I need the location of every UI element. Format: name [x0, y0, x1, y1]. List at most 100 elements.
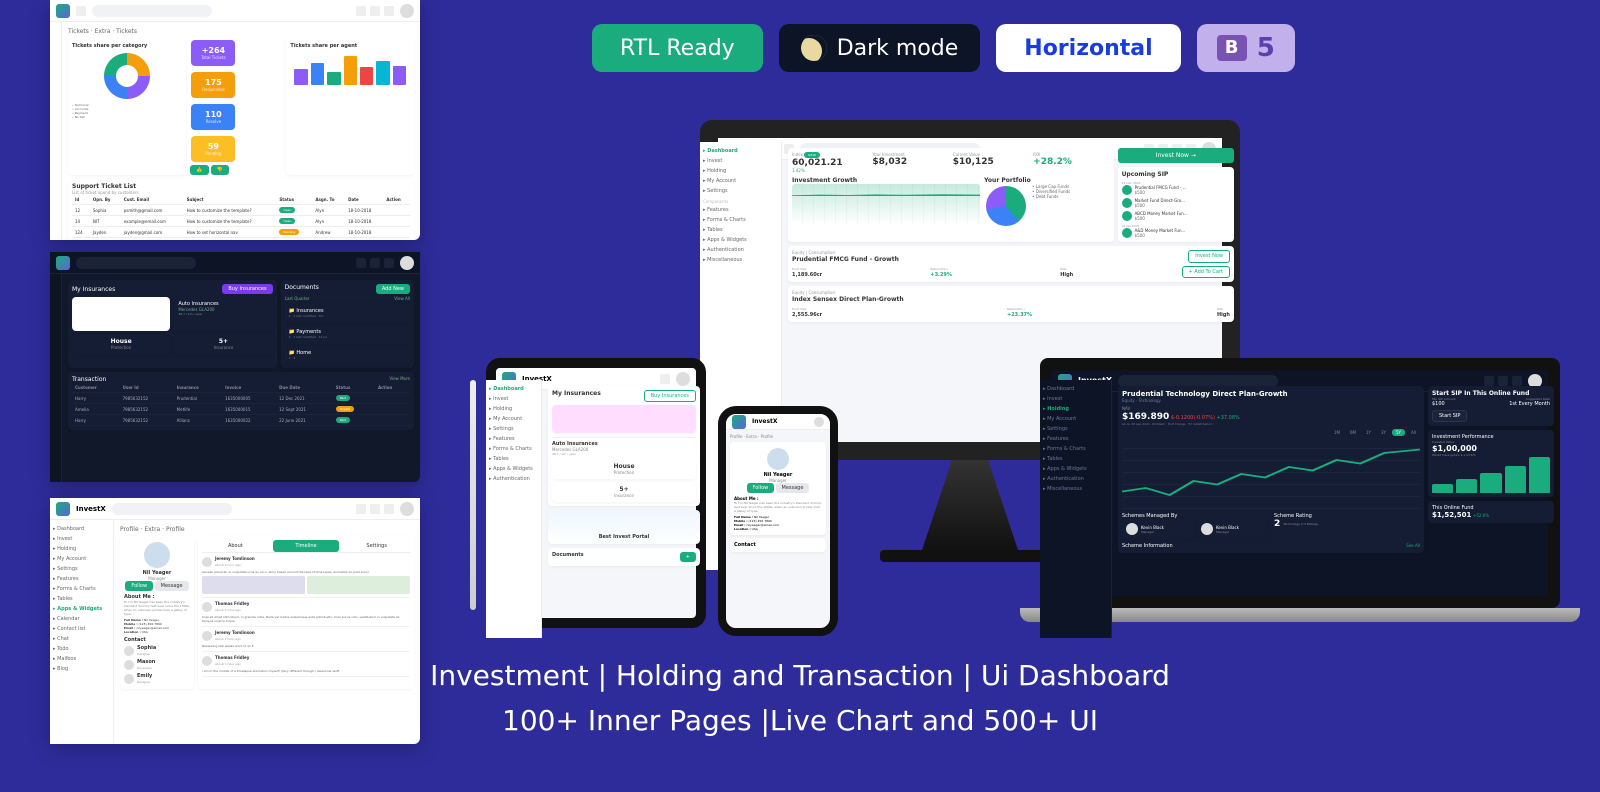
sip-item[interactable]: Market Fund Direct-Gro...$500 — [1122, 198, 1230, 208]
sidebar-item[interactable]: ▸ My Account — [703, 176, 778, 186]
buy-button[interactable]: Buy Insurances — [222, 284, 272, 294]
insurance-tile[interactable]: HouseProtection — [72, 334, 170, 354]
document-item[interactable]: 📁 Insurances4 · 2 last modified · 7hr — [285, 304, 410, 322]
sidebar-item[interactable]: ▸ Contact list — [53, 624, 110, 634]
sidebar-item[interactable]: ▸ Apps & Widgets — [1043, 464, 1108, 474]
sidebar-item[interactable]: ▸ Features — [489, 434, 538, 444]
table-row[interactable]: Harry7985632152Allianz163500002222 June … — [72, 415, 410, 426]
sidebar-item[interactable]: ▸ Holding — [489, 404, 538, 414]
contact-item[interactable]: EmilyDesigner — [124, 673, 190, 685]
sidebar-item[interactable]: ▸ Authentication — [703, 245, 778, 255]
sidebar-item[interactable]: ▸ Settings — [489, 424, 538, 434]
insurance-tile[interactable]: HouseProtection — [552, 459, 696, 479]
range-tab[interactable]: 1M — [1330, 429, 1344, 436]
flag-icon[interactable] — [356, 258, 366, 268]
fullscreen-icon[interactable] — [370, 504, 380, 514]
sidebar-item[interactable]: ▸ Dashboard — [53, 524, 110, 534]
fullscreen-icon[interactable] — [370, 258, 380, 268]
flag-icon[interactable] — [356, 6, 366, 16]
sidebar-item[interactable]: ▸ Features — [53, 574, 110, 584]
sidebar-item[interactable]: ▸ Tables — [53, 594, 110, 604]
buy-button[interactable]: Buy Insurances — [644, 390, 696, 402]
range-tab[interactable]: All — [1407, 429, 1420, 436]
search-input[interactable] — [112, 503, 232, 515]
sidebar-item[interactable]: ▸ Authentication — [1043, 474, 1108, 484]
sidebar-item[interactable]: ▸ Dashboard — [703, 146, 778, 156]
sidebar-item[interactable]: ▸ Invest — [1043, 394, 1108, 404]
sip-item[interactable]: ABCD Money Market Fun...$500 — [1122, 211, 1230, 221]
view-all-link[interactable]: View All — [394, 296, 410, 301]
sidebar-item[interactable]: ▸ My Account — [1043, 414, 1108, 424]
bell-icon[interactable] — [384, 504, 394, 514]
sidebar-item[interactable]: ▸ Tables — [703, 225, 778, 235]
message-button[interactable]: Message — [776, 483, 810, 493]
sidebar-item[interactable]: ▸ Dashboard — [489, 384, 538, 394]
document-item[interactable]: 📁 Payments4 · 7 last modified · 14 jul — [285, 325, 410, 343]
tab[interactable]: Timeline — [273, 540, 340, 552]
invest-button[interactable]: Invest Now — [1188, 250, 1230, 263]
insurance-tile[interactable]: 5+Insurance — [552, 482, 696, 502]
sidebar-item[interactable]: ▸ Forms & Charts — [489, 444, 538, 454]
tab[interactable]: Settings — [343, 540, 410, 552]
sidebar-item[interactable]: ▸ Features — [1043, 434, 1108, 444]
add-button[interactable]: + — [680, 552, 696, 562]
table-row[interactable]: 124Williamwilliam@email.comHow to change… — [72, 238, 410, 241]
sidebar-item[interactable]: ▸ Tables — [489, 454, 538, 464]
see-all-link[interactable]: See All — [1406, 543, 1420, 549]
horizontal-pill[interactable]: Horizontal — [996, 24, 1180, 72]
sidebar-item[interactable]: ▸ Holding — [53, 544, 110, 554]
contact-item[interactable]: MasonDeveloper — [124, 659, 190, 671]
sidebar-item[interactable]: ▸ Forms & Charts — [53, 584, 110, 594]
range-tab[interactable]: 3Y — [1377, 429, 1390, 436]
table-row[interactable]: Harry7985632152Prudential163500000512 De… — [72, 393, 410, 404]
invest-now-button[interactable]: Invest Now → — [1118, 148, 1234, 163]
table-row[interactable]: 124Jaydenjayden@gmail.comHow to set hori… — [72, 227, 410, 238]
manager-card[interactable]: Kevin BlackManager — [1197, 519, 1268, 539]
sidebar[interactable] — [50, 22, 62, 240]
sidebar-item[interactable]: ▸ Apps & Widgets — [489, 464, 538, 474]
sidebar-item[interactable]: ▸ Authentication — [489, 474, 538, 484]
manager-card[interactable]: Kevin BlackManager — [1122, 519, 1193, 539]
avatar[interactable] — [814, 417, 824, 427]
sidebar-item[interactable]: ▸ My Account — [489, 414, 538, 424]
sidebar-item[interactable]: ▸ Todo — [53, 644, 110, 654]
search-input[interactable] — [76, 257, 196, 269]
dark-mode-pill[interactable]: Dark mode — [779, 24, 981, 72]
sidebar-item[interactable]: ▸ Blog — [53, 664, 110, 674]
document-item[interactable]: 📁 Home7 · 4 — [285, 346, 410, 364]
thumbs-up-button[interactable]: 👍 — [190, 165, 208, 175]
search-input[interactable] — [92, 5, 212, 17]
table-row[interactable]: 14NITexample@email.comHow to customize t… — [72, 216, 410, 227]
view-more-link[interactable]: View More — [389, 376, 410, 383]
start-sip-button[interactable]: Start SIP — [1432, 410, 1467, 422]
sidebar-item[interactable]: ▸ Settings — [1043, 424, 1108, 434]
avatar[interactable] — [400, 502, 414, 516]
bell-icon[interactable] — [384, 258, 394, 268]
sidebar-item[interactable]: ▸ Apps & Widgets — [703, 235, 778, 245]
insurance-tile[interactable]: 5+Insurance — [174, 334, 272, 354]
sidebar-item[interactable]: ▸ Invest — [703, 156, 778, 166]
sidebar-item[interactable]: ▸ Mailbox — [53, 654, 110, 664]
table-row[interactable]: 12Sophiapsmith@gmail.comHow to customize… — [72, 205, 410, 216]
sidebar-item[interactable]: ▸ Tables — [1043, 454, 1108, 464]
menu-icon[interactable] — [76, 6, 86, 16]
sidebar-item[interactable]: ▸ Miscellaneous — [703, 255, 778, 265]
filter-select[interactable]: Last Quarter — [285, 296, 310, 301]
table-row[interactable]: Amelia7985632152Metlife163500001512 Sept… — [72, 404, 410, 415]
follow-button[interactable]: Follow — [747, 483, 775, 493]
contact-item[interactable]: SophiaDesigner — [124, 645, 190, 657]
sidebar-item[interactable]: ▸ Holding — [1043, 404, 1108, 414]
sidebar-item[interactable]: ▸ Invest — [489, 394, 538, 404]
bootstrap-pill[interactable]: 5 — [1197, 24, 1295, 72]
sidebar-item[interactable]: ▸ Holding — [703, 166, 778, 176]
sidebar-item[interactable]: ▸ Invest — [53, 534, 110, 544]
add-cart-button[interactable]: + Add To Cart — [1182, 266, 1230, 278]
fullscreen-icon[interactable] — [370, 6, 380, 16]
sidebar-item[interactable]: ▸ Settings — [53, 564, 110, 574]
range-tab[interactable]: 5Y — [1392, 429, 1405, 436]
avatar[interactable] — [400, 4, 414, 18]
sidebar-item[interactable]: ▸ Calendar — [53, 614, 110, 624]
rtl-ready-pill[interactable]: RTL Ready — [592, 24, 763, 72]
sidebar-item[interactable]: ▸ Apps & Widgets — [53, 604, 110, 614]
sidebar-item[interactable]: ▸ Dashboard — [1043, 384, 1108, 394]
